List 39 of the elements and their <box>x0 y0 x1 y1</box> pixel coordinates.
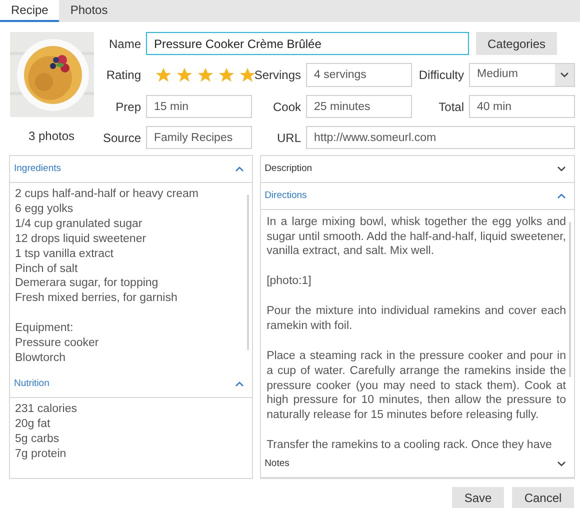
field-label: Cook <box>272 98 302 116</box>
chevron-down-icon <box>557 461 566 468</box>
star-icon <box>197 66 214 84</box>
scrollbar-thumb[interactable] <box>246 195 249 350</box>
tab[interactable]: Recipe <box>0 0 60 22</box>
text-area[interactable]: 231 calories 20g fat 5g carbs 7g protein <box>15 402 247 462</box>
field-label: URL <box>276 130 302 146</box>
text-field[interactable]: 15 min <box>146 95 252 118</box>
field-label: Name <box>108 36 142 52</box>
chevron-down-icon <box>557 166 566 172</box>
field-label: Source <box>102 130 142 146</box>
text-field[interactable]: 40 min <box>469 95 575 118</box>
save-button[interactable]: Save <box>452 487 504 508</box>
chevron-up-icon <box>234 381 244 387</box>
scrollbar-thumb[interactable] <box>569 222 571 377</box>
field-label: Servings <box>253 67 302 84</box>
tab[interactable]: Photos <box>59 0 119 22</box>
photo-count: 3 photos <box>28 128 75 145</box>
field-label: Total <box>438 98 465 116</box>
field-label: Prep <box>114 98 142 116</box>
field-label: Difficulty <box>418 67 465 84</box>
star-icon <box>218 66 235 84</box>
chevron-up-icon <box>557 192 566 199</box>
text-field[interactable]: 4 servings <box>306 63 412 87</box>
chevron-up-icon <box>234 166 244 172</box>
star-icon <box>176 66 193 84</box>
text-area[interactable]: In a large mixing bowl, whisk together the egg yolks and sugar until smooth. Add the half-and-half, liquid sweetener, vanilla extract, and salt. Mix well. [photo:1] Pour the mixture into individual ramekins and cover each ramekin with foil. Place a steaming rack in the pressure cooker and pour in a cup of water. Carefully arrange the ramekins inside the pressure cooker (you may need to stack them). Cook at high pressure for 10 minutes, then allow the pressure to naturally release for 15 minutes before releasing fully. Transfer the ramekins to a cooling rack. Once they have <box>266 214 566 452</box>
text-field[interactable]: Pressure Cooker Crème Brûlée <box>146 32 469 55</box>
text-area[interactable]: 2 cups half-and-half or heavy cream 6 egg yolks 1/4 cup granulated sugar 12 drops liquid sweetener 1 tsp vanilla extract Pinch of salt Demerara sugar, for topping Fresh mixed berries, for garnish Equipment: Pressure cooker Blowtorch <box>15 187 247 366</box>
categories-button[interactable]: Categories <box>476 32 557 55</box>
dropdown[interactable]: Medium <box>469 63 575 87</box>
star-icon <box>155 66 172 84</box>
field-label: Rating <box>105 67 142 84</box>
star-icon <box>239 66 256 84</box>
text-field[interactable]: 25 minutes <box>306 95 412 118</box>
text-field[interactable]: Family Recipes <box>146 126 252 149</box>
text-field[interactable]: http://www.someurl.com <box>306 126 575 149</box>
cancel-button[interactable]: Cancel <box>512 487 574 508</box>
chevron-down-icon <box>560 72 569 78</box>
